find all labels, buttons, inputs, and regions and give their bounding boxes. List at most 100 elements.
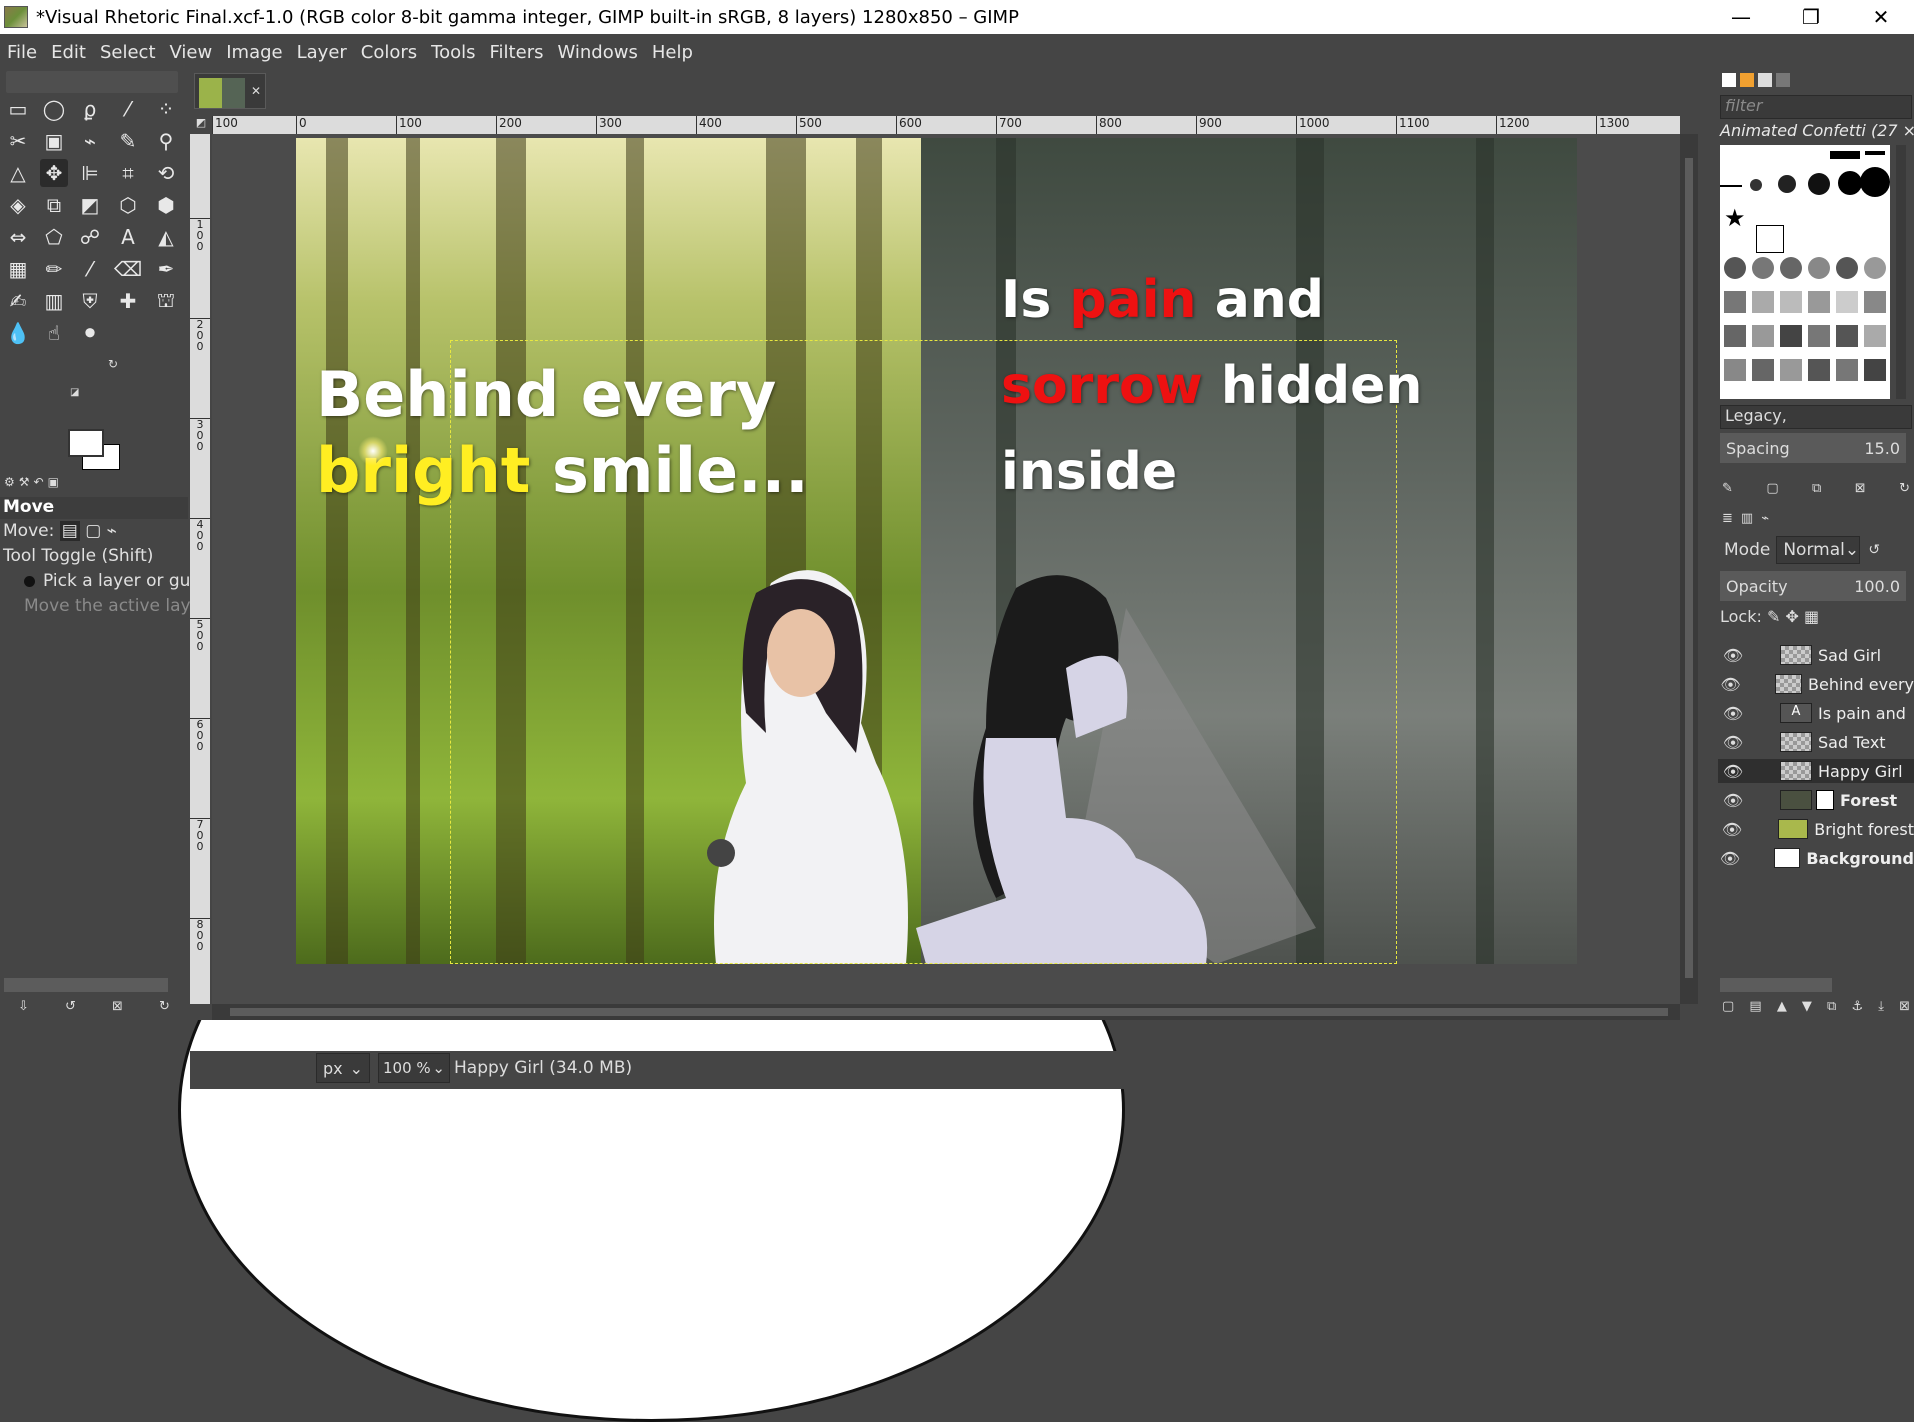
minimize-button[interactable]: — bbox=[1706, 0, 1776, 34]
reset-options-icon[interactable]: ↻ bbox=[159, 999, 170, 1019]
mode-reset-icon[interactable]: ↺ bbox=[1868, 542, 1880, 558]
brush-grid[interactable]: ★ bbox=[1720, 145, 1890, 399]
menu-file[interactable]: File bbox=[0, 42, 44, 63]
save-options-icon[interactable]: ⇩ bbox=[18, 999, 29, 1019]
layer-row[interactable]: 👁 A Is pain and bbox=[1718, 701, 1914, 725]
radio-icon[interactable] bbox=[24, 575, 35, 587]
brush-swatch[interactable] bbox=[1724, 291, 1746, 313]
tool-options-tab-icon[interactable]: ⚙ bbox=[4, 475, 15, 497]
brush-swatch[interactable] bbox=[1720, 185, 1742, 187]
mypaint-brush-icon[interactable]: ▥ bbox=[40, 287, 68, 315]
paths-icon[interactable]: ⌁ bbox=[76, 127, 104, 155]
image-tab[interactable]: ✕ bbox=[194, 73, 266, 109]
handle-transform-icon[interactable]: ⬠ bbox=[40, 223, 68, 251]
lock-alpha-icon[interactable]: ▦ bbox=[1804, 607, 1819, 626]
dodge-burn-icon[interactable]: ⚫ bbox=[76, 319, 104, 347]
shear-icon[interactable]: ⧉ bbox=[40, 191, 68, 219]
brush-swatch[interactable] bbox=[1830, 151, 1860, 159]
layers-scrollbar[interactable] bbox=[1720, 978, 1832, 992]
layer-row[interactable]: 👁 Sad Text bbox=[1718, 730, 1914, 754]
delete-layer-icon[interactable]: ⊠ bbox=[1899, 999, 1910, 1014]
brush-swatch[interactable] bbox=[1836, 257, 1858, 279]
raise-layer-icon[interactable]: ▲ bbox=[1777, 999, 1787, 1014]
menu-view[interactable]: View bbox=[163, 42, 220, 63]
3d-transform-icon[interactable]: ⬢ bbox=[152, 191, 180, 219]
duplicate-layer-icon[interactable]: ⧉ bbox=[1827, 999, 1836, 1014]
brush-swatch[interactable] bbox=[1752, 325, 1774, 347]
eraser-icon[interactable]: ⌫ bbox=[114, 255, 142, 283]
unit-select[interactable]: px ⌄ bbox=[316, 1053, 370, 1083]
quick-mask-corner-icon[interactable]: ◩ bbox=[190, 116, 212, 134]
brush-swatch[interactable] bbox=[1750, 179, 1762, 191]
brush-swatch[interactable] bbox=[1860, 167, 1890, 197]
vertical-scrollbar[interactable] bbox=[1680, 134, 1698, 1004]
menu-tools[interactable]: Tools bbox=[424, 42, 482, 63]
move-active-option[interactable]: Move the active layer bbox=[24, 596, 1125, 1422]
pencil-icon[interactable]: ✏ bbox=[40, 255, 68, 283]
tool-options-scrollbar[interactable] bbox=[4, 978, 168, 992]
align-icon[interactable]: ⊫ bbox=[76, 159, 104, 187]
lock-position-icon[interactable]: ✥ bbox=[1785, 607, 1798, 626]
brush-swatch[interactable] bbox=[1752, 359, 1774, 381]
patterns-tab-icon[interactable] bbox=[1740, 73, 1754, 87]
color-picker-icon[interactable]: ✎ bbox=[114, 127, 142, 155]
brush-swatch[interactable] bbox=[1808, 359, 1830, 381]
brush-swatch[interactable] bbox=[1808, 325, 1830, 347]
heal-icon[interactable]: ✚ bbox=[114, 287, 142, 315]
menu-colors[interactable]: Colors bbox=[354, 42, 424, 63]
eye-icon[interactable]: 👁 bbox=[1718, 791, 1748, 810]
rect-select-icon[interactable]: ▭ bbox=[4, 95, 32, 123]
measure-icon[interactable]: △ bbox=[4, 159, 32, 187]
text-tool-icon[interactable]: A bbox=[114, 223, 142, 251]
menu-filters[interactable]: Filters bbox=[483, 42, 551, 63]
clone-icon[interactable]: ⛨ bbox=[76, 287, 104, 315]
brush-swatch[interactable] bbox=[1864, 359, 1886, 381]
close-tab-icon[interactable]: ✕ bbox=[251, 84, 261, 98]
foreground-color-swatch[interactable] bbox=[68, 429, 104, 457]
anchor-layer-icon[interactable]: ⚓ bbox=[1851, 999, 1863, 1014]
layer-mode-select[interactable]: Normal ⌄ bbox=[1776, 536, 1861, 564]
brush-swatch[interactable] bbox=[1808, 173, 1830, 195]
lasso-icon[interactable]: ϼ bbox=[76, 95, 104, 123]
layer-row[interactable]: 👁 Background bbox=[1718, 846, 1914, 870]
perspective-icon[interactable]: ◩ bbox=[76, 191, 104, 219]
move-path-icon[interactable]: ⌁ bbox=[107, 521, 117, 541]
image-viewport[interactable]: Behind every bright smile... Is pain and… bbox=[212, 134, 1680, 1004]
foreground-select-icon[interactable]: ▣ bbox=[40, 127, 68, 155]
brush-swatch[interactable] bbox=[1836, 291, 1858, 313]
layer-row-selected[interactable]: 👁 Happy Girl bbox=[1718, 759, 1914, 783]
eye-icon[interactable]: 👁 bbox=[1718, 762, 1748, 781]
cage-icon[interactable]: ⬡ bbox=[114, 191, 142, 219]
move-selection-icon[interactable]: ▢ bbox=[85, 521, 101, 541]
warp-icon[interactable]: ◈ bbox=[4, 191, 32, 219]
brush-filter-input[interactable]: filter bbox=[1720, 95, 1912, 119]
swap-colors-icon[interactable]: ↻ bbox=[108, 357, 118, 371]
gradient-icon[interactable]: ▦ bbox=[4, 255, 32, 283]
lower-layer-icon[interactable]: ▼ bbox=[1802, 999, 1812, 1014]
zoom-select[interactable]: 100 % ⌄ bbox=[378, 1053, 450, 1083]
layer-row[interactable]: 👁 Bright forest bbox=[1718, 817, 1914, 841]
scissors-icon[interactable]: ✂ bbox=[4, 127, 32, 155]
menu-help[interactable]: Help bbox=[645, 42, 700, 63]
brush-swatch[interactable] bbox=[1836, 359, 1858, 381]
horizontal-scroll-thumb[interactable] bbox=[230, 1008, 1668, 1016]
images-tab-icon[interactable]: ▣ bbox=[48, 475, 59, 497]
paintbrush-icon[interactable]: ⁄ bbox=[76, 255, 104, 283]
brush-swatch[interactable] bbox=[1780, 257, 1802, 279]
eye-icon[interactable]: 👁 bbox=[1718, 820, 1746, 839]
unified-transform-icon[interactable]: ⟲ bbox=[152, 159, 180, 187]
smudge-icon[interactable]: ☝ bbox=[40, 319, 68, 347]
brush-swatch[interactable] bbox=[1865, 151, 1885, 155]
brush-swatch[interactable] bbox=[1752, 257, 1774, 279]
brush-swatch[interactable] bbox=[1778, 175, 1796, 193]
flip-icon[interactable]: ⇔ bbox=[4, 223, 32, 251]
crop-icon[interactable]: ⌗ bbox=[114, 159, 142, 187]
restore-button[interactable]: ❐ bbox=[1776, 0, 1846, 34]
brush-swatch[interactable] bbox=[1864, 291, 1886, 313]
duplicate-brush-icon[interactable]: ⧉ bbox=[1812, 481, 1821, 496]
brush-swatch[interactable] bbox=[1836, 325, 1858, 347]
color-select-icon[interactable]: ⁘ bbox=[152, 95, 180, 123]
fuzzy-select-icon[interactable]: ⁄ bbox=[114, 95, 142, 123]
horizontal-ruler[interactable]: 100 0 100 200 300 400 500 600 700 800 90… bbox=[212, 116, 1680, 134]
ellipse-select-icon[interactable]: ◯ bbox=[40, 95, 68, 123]
